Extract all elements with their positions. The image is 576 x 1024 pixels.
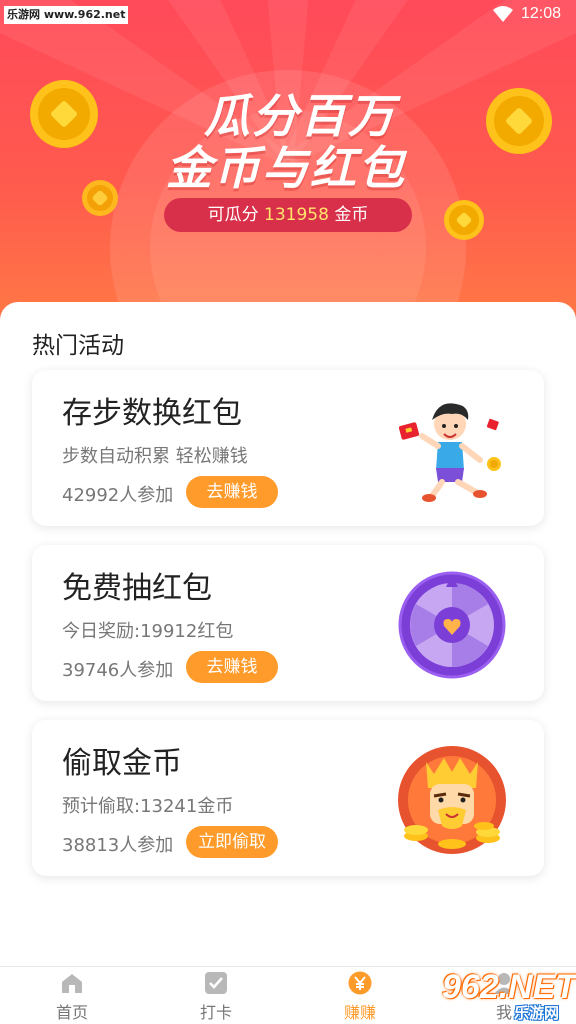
coin-pool-badge: 可瓜分 131958 金币 bbox=[164, 198, 412, 232]
banner-headline-line2: 金币与红包 bbox=[166, 141, 406, 195]
king-with-coins-icon bbox=[398, 746, 506, 854]
coin-pool-amount: 131958 bbox=[264, 205, 329, 225]
checkin-icon bbox=[205, 972, 227, 994]
activity-card-steal[interactable]: 偷取金币 预计偷取:13241金币 38813人参加 立即偷取 bbox=[32, 720, 544, 876]
home-icon bbox=[62, 974, 82, 993]
activity-card-steps[interactable]: 存步数换红包 步数自动积累 轻松赚钱 42992人参加 去赚钱 bbox=[32, 370, 544, 526]
hero-banner: 乐游网 www.962.net 12:08 瓜分百万 金币与红包 可瓜分 131… bbox=[0, 0, 576, 330]
section-title: 热门活动 bbox=[32, 333, 124, 359]
prize-wheel-icon bbox=[398, 571, 506, 679]
nav-label: 打卡 bbox=[199, 1003, 232, 1022]
steal-now-button[interactable]: 立即偷取 bbox=[186, 826, 278, 858]
activity-title: 免费抽红包 bbox=[62, 571, 212, 606]
activity-desc: 今日奖励:19912红包 bbox=[62, 621, 234, 642]
activities-panel: 热门活动 存步数换红包 步数自动积累 轻松赚钱 42992人参加 去赚钱 免费抽… bbox=[0, 302, 576, 966]
activity-title: 存步数换红包 bbox=[62, 396, 242, 431]
coin-pool-prefix: 可瓜分 bbox=[207, 205, 259, 225]
activity-desc: 预计偷取:13241金币 bbox=[62, 796, 234, 817]
activity-desc: 步数自动积累 轻松赚钱 bbox=[62, 446, 248, 467]
running-boy-icon bbox=[398, 403, 501, 502]
clock: 12:08 bbox=[521, 5, 562, 22]
nav-item-checkin[interactable]: 打卡 bbox=[166, 967, 266, 1024]
nav-item-home[interactable]: 首页 bbox=[22, 967, 122, 1024]
earn-button[interactable]: 去赚钱 bbox=[186, 476, 278, 508]
gold-coin-icon bbox=[444, 200, 484, 240]
participant-count: 39746人参加 bbox=[62, 660, 174, 681]
corner-watermark: 962.NET 乐游网 bbox=[442, 966, 576, 1024]
participant-count: 42992人参加 bbox=[62, 485, 174, 506]
yen-coin-icon bbox=[348, 971, 372, 995]
participant-count: 38813人参加 bbox=[62, 835, 174, 856]
nav-item-earn[interactable]: 赚赚 bbox=[310, 967, 410, 1024]
earn-button[interactable]: 去赚钱 bbox=[186, 651, 278, 683]
coin-pool-suffix: 金币 bbox=[334, 205, 369, 225]
activity-card-lottery[interactable]: 免费抽红包 今日奖励:19912红包 39746人参加 去赚钱 bbox=[32, 545, 544, 701]
status-bar: 乐游网 www.962.net 12:08 bbox=[0, 0, 576, 30]
nav-label: 首页 bbox=[55, 1003, 88, 1022]
wifi-icon bbox=[493, 6, 513, 22]
site-watermark: 乐游网 www.962.net bbox=[4, 6, 129, 24]
activity-title: 偷取金币 bbox=[62, 746, 182, 781]
watermark-small: 乐游网 bbox=[514, 1004, 560, 1022]
nav-label: 赚赚 bbox=[343, 1003, 376, 1022]
